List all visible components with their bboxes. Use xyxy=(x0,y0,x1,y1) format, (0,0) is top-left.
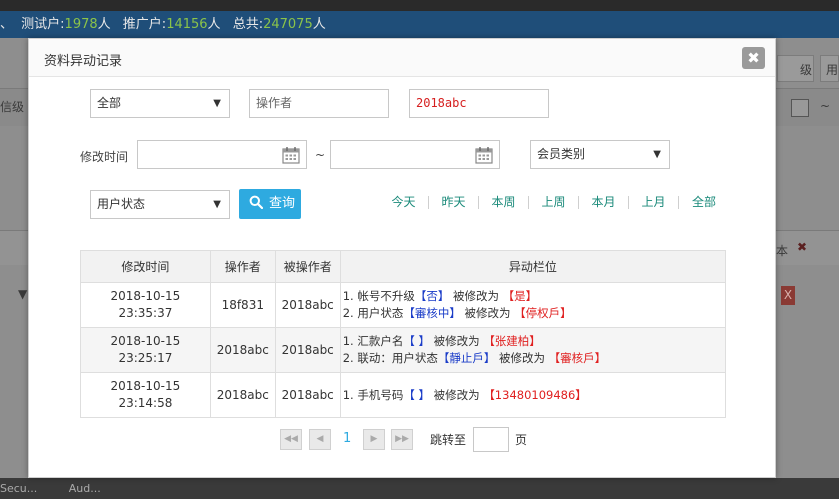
first-page-button[interactable]: ◀◀ xyxy=(280,429,302,450)
calendar-icon[interactable] xyxy=(475,146,493,164)
quick-range-last-week[interactable]: 上周 xyxy=(529,196,579,209)
total-users-label: 总共: xyxy=(232,17,264,32)
operator-cell: 2018abc xyxy=(209,327,276,373)
quick-range-last-month[interactable]: 上月 xyxy=(629,196,679,209)
next-page-button[interactable]: ▶ xyxy=(363,429,385,450)
scope-select[interactable]: 全部 ▼ xyxy=(90,89,230,118)
query-button[interactable]: 查询 xyxy=(239,189,301,219)
stats-prefix: 、 xyxy=(0,17,14,32)
close-button[interactable]: ✖ xyxy=(742,47,765,69)
range-separator: ~ xyxy=(315,148,326,162)
time-cell: 2018-10-15 23:35:37 xyxy=(80,282,211,328)
promo-users-label: 推广户: xyxy=(122,17,167,32)
test-users-label: 测试户: xyxy=(21,17,65,32)
page-unit-label: 页 xyxy=(515,433,528,447)
row-date: 2018-10-15 xyxy=(110,289,181,303)
start-date-input[interactable] xyxy=(137,140,307,169)
user-status-value: 用户状态 xyxy=(97,197,146,211)
quick-range-all[interactable]: 全部 xyxy=(679,196,729,209)
chevron-down-icon: ▼ xyxy=(213,98,221,109)
taskbar-item[interactable]: Aud... xyxy=(69,482,101,495)
scope-select-value: 全部 xyxy=(97,96,122,110)
change-line: 1. 汇款户名【 】 被修改为 【张建柏】 xyxy=(342,334,541,348)
end-date-input[interactable] xyxy=(330,140,500,169)
background-left-label: 信级 xyxy=(0,100,25,114)
background-sort-icon: ✖ xyxy=(797,240,808,254)
changes-cell: 1. 汇款户名【 】 被修改为 【张建柏】 2. 联动：用户状态【靜止戶】 被修… xyxy=(339,327,727,373)
quick-range-yesterday[interactable]: 昨天 xyxy=(429,196,479,209)
row-time: 23:35:37 xyxy=(118,306,173,320)
change-line: 2. 用户状态【審核中】 被修改为 【停权戶】 xyxy=(342,306,572,320)
operator-cell: 2018abc xyxy=(209,372,276,418)
column-header-operator: 操作者 xyxy=(209,250,276,283)
change-line: 1. 帐号不升级【否】 被修改为 【是】 xyxy=(342,289,538,303)
target-user-input[interactable]: 2018abc xyxy=(409,89,549,118)
background-dropdown-icon: ▼ xyxy=(18,287,28,301)
change-log-dialog: 资料异动记录 ✖ 全部 ▼ 操作者 2018abc 修改时间 ~ 会员类别 ▼ xyxy=(28,38,776,478)
operator-input[interactable]: 操作者 xyxy=(249,89,389,118)
time-cell: 2018-10-15 23:25:17 xyxy=(80,327,211,373)
changes-cell: 1. 手机号码【 】 被修改为 【13480109486】 xyxy=(339,372,727,418)
background-delete-button[interactable]: X xyxy=(781,286,795,305)
background-tilde: ~ xyxy=(820,99,831,113)
promo-users-unit: 人 xyxy=(207,17,221,32)
table-row: 2018-10-15 23:25:17 2018abc 2018abc 1. 汇款… xyxy=(80,327,727,373)
quick-range-today[interactable]: 今天 xyxy=(379,196,429,209)
table-row: 2018-10-15 23:14:58 2018abc 2018abc 1. 手机… xyxy=(80,372,727,418)
background-header-cell: 本 xyxy=(776,244,789,258)
column-header-time: 修改时间 xyxy=(80,250,211,283)
chevron-down-icon: ▼ xyxy=(653,149,661,160)
table-header-row: 修改时间 操作者 被操作者 异动栏位 xyxy=(80,250,727,283)
member-type-value: 会员类别 xyxy=(537,147,586,161)
taskbar-item[interactable]: Secu... xyxy=(0,482,37,495)
last-page-button[interactable]: ▶▶ xyxy=(391,429,413,450)
stats-bar: 、 测试户:1978人 推广户:14156人 总共:247075人 xyxy=(0,11,839,38)
promo-users-count: 14156 xyxy=(166,17,208,32)
test-users-count: 1978 xyxy=(64,17,98,32)
target-cell: 2018abc xyxy=(274,327,341,373)
current-page[interactable]: 1 xyxy=(343,431,351,446)
table-row: 2018-10-15 23:35:37 18f831 2018abc 1. 帐号不… xyxy=(80,282,727,328)
top-strip xyxy=(0,0,839,11)
search-icon xyxy=(249,195,263,209)
quick-range-this-week[interactable]: 本周 xyxy=(479,196,529,209)
modify-time-label: 修改时间 xyxy=(80,150,129,164)
time-cell: 2018-10-15 23:14:58 xyxy=(80,372,211,418)
total-users-unit: 人 xyxy=(312,17,326,32)
row-time: 23:14:58 xyxy=(118,396,173,410)
background-select-2[interactable]: 用 xyxy=(820,55,839,82)
column-header-target: 被操作者 xyxy=(274,250,341,283)
target-cell: 2018abc xyxy=(274,372,341,418)
prev-page-button[interactable]: ◀ xyxy=(309,429,331,450)
background-calendar-icon[interactable] xyxy=(791,99,809,117)
total-users-count: 247075 xyxy=(263,17,313,32)
calendar-icon[interactable] xyxy=(282,146,300,164)
jump-to-label: 跳转至 xyxy=(430,433,467,447)
taskbar: Secu... Aud... xyxy=(0,478,839,499)
column-header-changes: 异动栏位 xyxy=(339,250,727,283)
background-select[interactable]: 级 xyxy=(777,55,814,82)
operator-cell: 18f831 xyxy=(209,282,276,328)
dialog-header: 资料异动记录 ✖ xyxy=(29,39,775,77)
member-type-select[interactable]: 会员类别 ▼ xyxy=(530,140,670,169)
quick-range-this-month[interactable]: 本月 xyxy=(579,196,629,209)
query-button-label: 查询 xyxy=(269,196,296,211)
change-log-table: 修改时间 操作者 被操作者 异动栏位 2018-10-15 23:35:37 18… xyxy=(80,250,727,418)
row-date: 2018-10-15 xyxy=(110,334,181,348)
change-line: 2. 联动：用户状态【靜止戶】 被修改为 【審核戶】 xyxy=(342,351,607,365)
jump-page-input[interactable] xyxy=(473,427,509,452)
test-users-unit: 人 xyxy=(97,17,111,32)
user-status-select[interactable]: 用户状态 ▼ xyxy=(90,190,230,219)
dialog-title: 资料异动记录 xyxy=(44,54,123,69)
quick-range-links: 今天 昨天 本周 上周 本月 上月 全部 xyxy=(379,195,729,209)
changes-cell: 1. 帐号不升级【否】 被修改为 【是】 2. 用户状态【審核中】 被修改为 【… xyxy=(339,282,727,328)
target-cell: 2018abc xyxy=(274,282,341,328)
change-line: 1. 手机号码【 】 被修改为 【13480109486】 xyxy=(342,387,587,402)
chevron-down-icon: ▼ xyxy=(213,199,221,210)
row-date: 2018-10-15 xyxy=(110,379,181,393)
row-time: 23:25:17 xyxy=(118,351,173,365)
